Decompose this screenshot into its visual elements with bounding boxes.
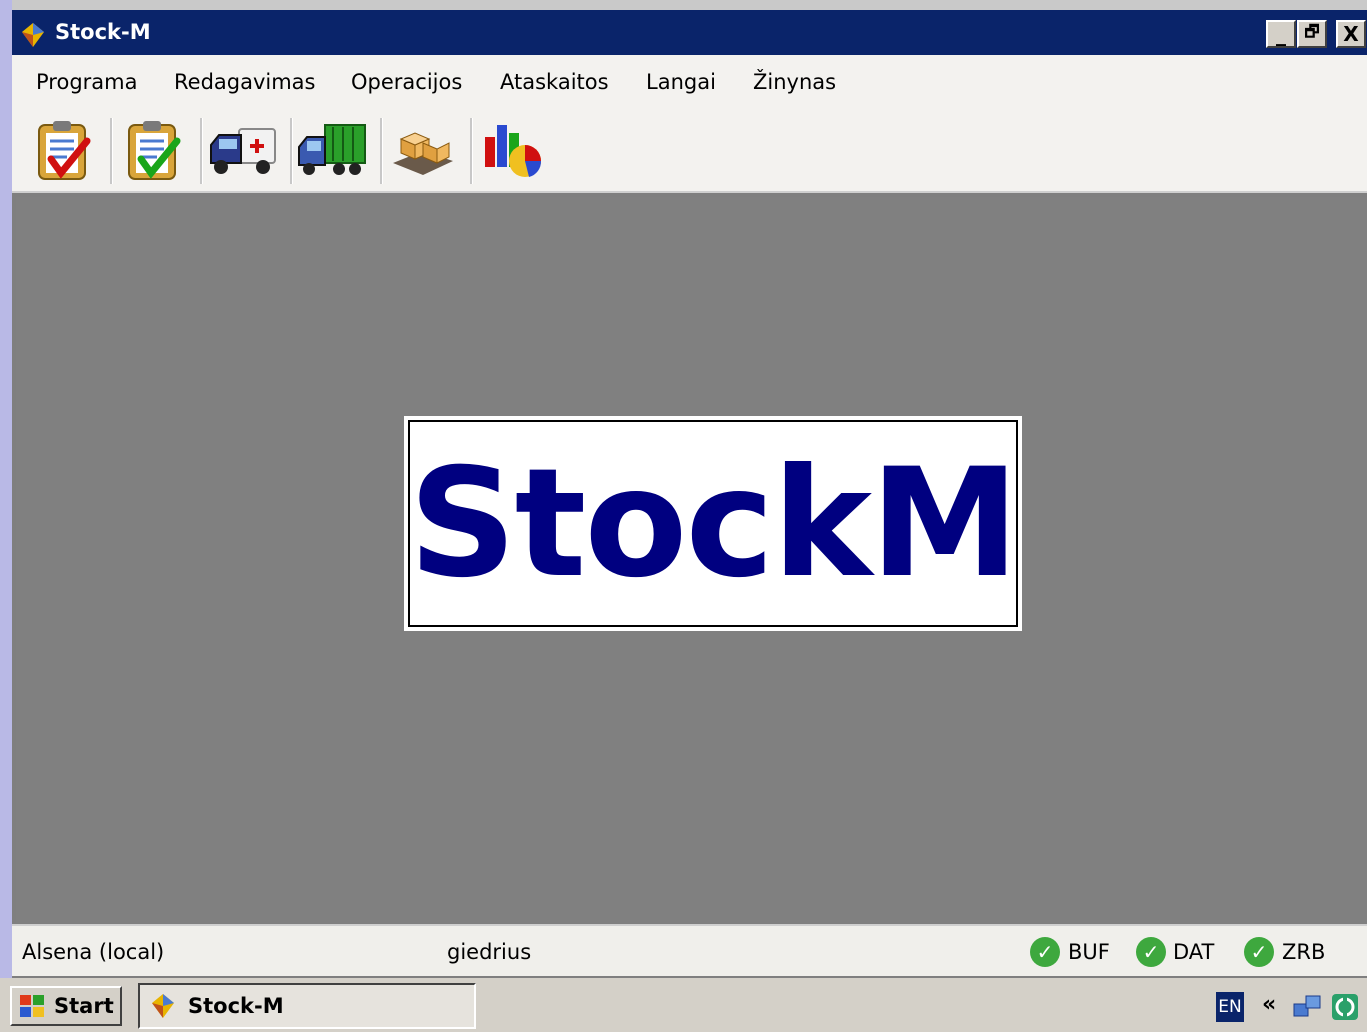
stockm-logo-panel: StockM (404, 416, 1022, 631)
app-logo-icon (152, 994, 174, 1018)
status-user: giedrius (447, 940, 532, 964)
status-database: Alsena (local) (22, 940, 165, 964)
status-buf: BUF (1068, 940, 1110, 964)
menu-ataskaitos[interactable]: Ataskaitos (500, 70, 609, 94)
toolbar-button-4[interactable] (292, 113, 372, 187)
toolbar-button-6[interactable] (472, 113, 552, 187)
check-icon: ✓ (1136, 937, 1166, 967)
menu-redagavimas[interactable]: Redagavimas (174, 70, 316, 94)
toolbar-button-3[interactable] (202, 113, 282, 187)
green-truck-icon (298, 124, 366, 175)
close-icon: X (1343, 22, 1359, 46)
boxes-pallet-icon (393, 132, 453, 175)
status-dat: DAT (1173, 940, 1215, 964)
start-label: Start (54, 994, 114, 1018)
charts-icon (485, 125, 542, 177)
toolbar-button-5[interactable] (382, 113, 462, 187)
top-strip (0, 0, 1367, 10)
restore-button[interactable]: 🗗 (1297, 20, 1327, 48)
toolbar-button-1[interactable] (22, 113, 102, 187)
menu-langai[interactable]: Langai (646, 70, 716, 94)
logo-frame: StockM (408, 420, 1020, 627)
close-button[interactable]: X (1336, 20, 1366, 48)
app-logo-icon[interactable] (20, 22, 46, 48)
window-title: Stock-M (55, 20, 151, 44)
menu-programa[interactable]: Programa (36, 70, 137, 94)
minimize-icon: _ (1276, 22, 1286, 46)
menu-operacijos[interactable]: Operacijos (351, 70, 462, 94)
menu-zinynas[interactable]: Žinynas (753, 70, 836, 94)
language-indicator[interactable]: EN (1216, 992, 1244, 1022)
start-button[interactable]: Start (10, 986, 122, 1026)
check-icon: ✓ (1244, 937, 1274, 967)
check-icon: ✓ (1030, 937, 1060, 967)
taskbar-app-label: Stock-M (188, 994, 284, 1018)
sync-icon[interactable] (1330, 992, 1360, 1022)
network-icon[interactable] (1292, 992, 1322, 1022)
windows-flag-icon (20, 995, 44, 1017)
ambulance-truck-icon (210, 128, 276, 174)
minimize-button[interactable]: _ (1266, 20, 1296, 48)
title-bar[interactable] (12, 10, 1367, 55)
clipboard-green-check-icon (128, 121, 181, 180)
tray-expand-chevron[interactable]: « (1262, 992, 1276, 1017)
toolbar-button-2[interactable] (112, 113, 192, 187)
status-zrb: ZRB (1282, 940, 1326, 964)
clipboard-red-check-icon (38, 121, 91, 180)
left-edge (0, 0, 12, 990)
logo-text: StockM (408, 436, 1020, 611)
restore-icon: 🗗 (1304, 21, 1320, 41)
taskbar-app-button[interactable]: Stock-M (138, 983, 476, 1029)
